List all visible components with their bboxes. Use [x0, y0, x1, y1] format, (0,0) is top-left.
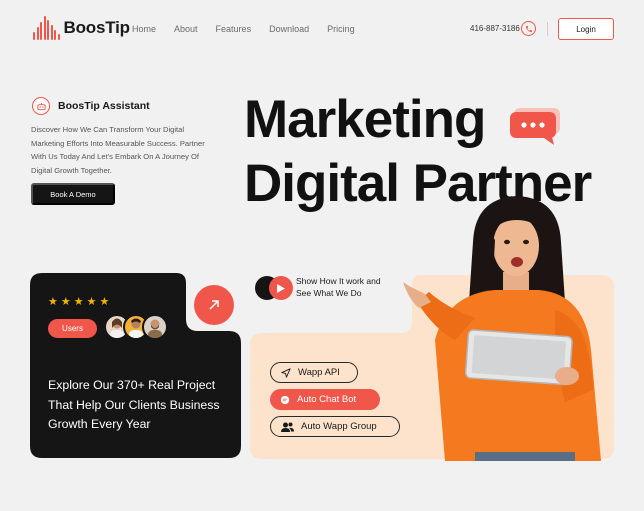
nav-item-download[interactable]: Download	[269, 24, 309, 34]
chat-bubble-icon	[510, 108, 564, 151]
main-nav: Home About Features Download Pricing	[132, 24, 355, 34]
users-badge: Users	[48, 319, 97, 338]
feature-pill-wapp-api[interactable]: Wapp API	[270, 362, 358, 383]
intro-description: Discover How We Can Transform Your Digit…	[31, 125, 205, 175]
chat-icon	[280, 395, 290, 404]
projects-text: Explore Our 370+ Real Project That Help …	[48, 378, 220, 431]
star-icon: ★	[48, 296, 58, 308]
arrow-up-right-button[interactable]	[194, 285, 234, 325]
book-demo-button[interactable]: Book A Demo	[31, 183, 115, 205]
play-caption: Show How It work and See What We Do	[296, 276, 381, 299]
phone-icon[interactable]	[521, 21, 536, 36]
feature-pill-auto-chat-bot[interactable]: Auto Chat Bot	[270, 389, 380, 410]
login-button[interactable]: Login	[558, 18, 614, 40]
feature-pill-label: Wapp API	[298, 367, 340, 378]
brand-logo[interactable]: BoosTip	[33, 16, 130, 40]
nav-item-features[interactable]: Features	[216, 24, 252, 34]
arrow-up-right-icon	[209, 300, 219, 310]
nav-item-home[interactable]: Home	[132, 24, 156, 34]
nav-divider	[547, 22, 548, 36]
star-icon: ★	[73, 296, 84, 308]
star-icon: ★	[60, 296, 71, 308]
nav-item-pricing[interactable]: Pricing	[327, 24, 355, 34]
star-icon: ★	[99, 296, 110, 308]
user-avatars	[104, 314, 168, 340]
avatar	[142, 314, 168, 340]
woman-with-tablet-image	[403, 196, 601, 461]
play-video-control[interactable]	[255, 276, 293, 300]
send-icon	[281, 367, 291, 378]
assistant-heading: BoosTip Assistant	[32, 97, 150, 115]
feature-pill-auto-wapp-group[interactable]: Auto Wapp Group	[270, 416, 400, 437]
robot-icon	[32, 97, 50, 115]
logo-bars-icon	[33, 16, 60, 40]
feature-pill-label: Auto Wapp Group	[301, 421, 377, 432]
group-icon	[281, 422, 294, 432]
play-caption-line-1: Show How It work and	[296, 276, 381, 286]
rating-stars: ★ ★ ★ ★ ★	[48, 297, 109, 308]
phone-number: 416-887-3186	[470, 24, 520, 33]
hero-line-1: Marketing	[244, 90, 486, 149]
brand-name: BoosTip	[63, 18, 130, 37]
feature-pill-label: Auto Chat Bot	[297, 394, 357, 405]
star-icon: ★	[86, 296, 97, 308]
play-icon[interactable]	[269, 276, 293, 300]
nav-item-about[interactable]: About	[174, 24, 198, 34]
assistant-title: BoosTip Assistant	[58, 100, 150, 112]
play-caption-line-2: See What We Do	[296, 287, 362, 298]
